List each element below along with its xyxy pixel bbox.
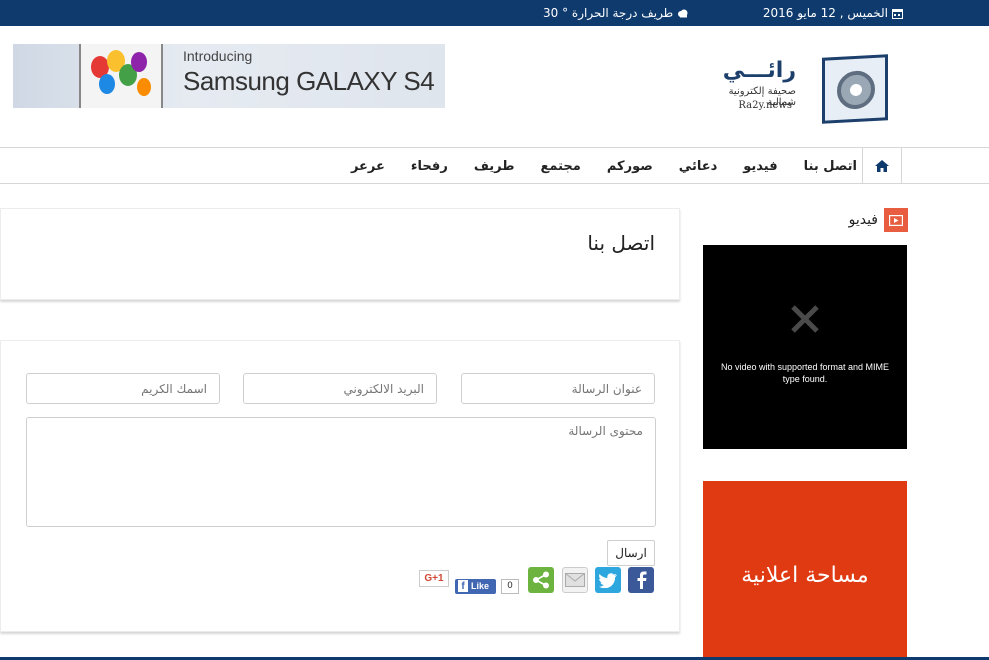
share-icon xyxy=(533,571,549,589)
nav-item-rafha[interactable]: رفحاء xyxy=(411,159,448,174)
nav-item-community[interactable]: مجتمع xyxy=(541,159,581,174)
weather-display: طريف درجة الحرارة ° 30 xyxy=(543,6,689,20)
banner-intro: Introducing xyxy=(183,48,253,64)
site-logo[interactable]: رائـــي صحيفة إلكترونية شمالية Ra2y.news xyxy=(718,54,888,126)
logo-brand: رائـــي xyxy=(722,58,796,83)
calendar-icon xyxy=(892,8,903,19)
page-title: اتصل بنا xyxy=(587,231,655,255)
top-bar: الخميس , 12 مايو 2016 طريف درجة الحرارة … xyxy=(0,0,989,26)
logo-domain: Ra2y.news xyxy=(738,100,792,111)
video-player[interactable]: No video with supported format and MIME … xyxy=(703,245,907,449)
main-nav: عرعر رفحاء طريف مجتمع صوركم دعائي فيديو … xyxy=(0,147,989,184)
header-banner-ad[interactable]: Introducing Samsung GALAXY S4 xyxy=(13,44,445,108)
video-icon xyxy=(884,208,908,232)
twitter-share-button[interactable] xyxy=(595,567,621,593)
video-section-heading: فيديو xyxy=(840,208,908,232)
share-button[interactable] xyxy=(528,567,554,593)
facebook-icon xyxy=(637,571,647,589)
video-error-icon xyxy=(791,305,819,333)
send-button[interactable]: ارسال xyxy=(607,540,655,566)
nav-item-ads[interactable]: دعائي xyxy=(679,159,717,174)
sidebar-ad-space[interactable]: مساحة اعلانية xyxy=(703,481,907,660)
nav-item-your-photos[interactable]: صوركم xyxy=(607,159,653,174)
subject-field[interactable] xyxy=(461,373,655,404)
phone-image xyxy=(79,44,163,108)
banner-product: Samsung GALAXY S4 xyxy=(183,66,435,96)
page-title-panel: اتصل بنا xyxy=(0,208,680,300)
facebook-share-button[interactable] xyxy=(628,567,654,593)
email-field[interactable] xyxy=(243,373,437,404)
nav-item-contact[interactable]: اتصل بنا xyxy=(804,159,857,174)
date-text: الخميس , 12 مايو 2016 xyxy=(762,6,888,20)
contact-form: ارسال 0 Like G+1 xyxy=(0,340,680,632)
nav-menu: عرعر رفحاء طريف مجتمع صوركم دعائي فيديو … xyxy=(351,148,857,184)
camera-lens-icon xyxy=(822,54,888,124)
email-share-button[interactable] xyxy=(562,567,588,593)
weather-text: طريف درجة الحرارة ° 30 xyxy=(543,6,674,20)
google-plus-button[interactable]: G+1 xyxy=(419,570,449,587)
date-display: الخميس , 12 مايو 2016 xyxy=(763,6,903,20)
cloud-icon xyxy=(678,9,688,17)
name-field[interactable] xyxy=(26,373,220,404)
twitter-icon xyxy=(599,572,617,588)
nav-item-arar[interactable]: عرعر xyxy=(351,159,385,174)
video-error-message: No video with supported format and MIME … xyxy=(720,362,890,384)
message-body-field[interactable] xyxy=(26,417,656,527)
like-count: 0 xyxy=(501,579,519,594)
video-heading-label: فيديو xyxy=(848,212,878,228)
nav-home[interactable] xyxy=(862,148,902,184)
nav-item-video[interactable]: فيديو xyxy=(743,159,777,174)
envelope-icon xyxy=(565,573,585,587)
facebook-like-button[interactable]: Like xyxy=(455,579,496,594)
nav-item-turaif[interactable]: طريف xyxy=(474,159,515,174)
ad-space-label: مساحة اعلانية xyxy=(741,563,869,588)
home-icon xyxy=(875,160,889,172)
